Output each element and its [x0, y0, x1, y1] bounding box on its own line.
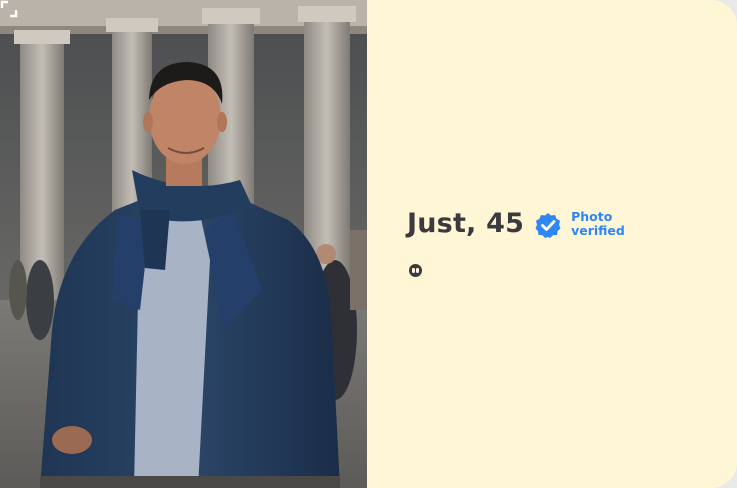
verified-line-1: Photo [571, 208, 613, 224]
quote-icon [409, 264, 422, 277]
expand-icon[interactable] [0, 0, 18, 18]
profile-name-age: Just, 45 [407, 208, 525, 239]
profile-card[interactable]: Just, 45 Photo verified [0, 0, 737, 488]
profile-photo-image [0, 0, 367, 488]
verified-line-2: verified [571, 222, 625, 238]
photo-verified-label: Photo verified [571, 208, 625, 238]
name-row: Just, 45 Photo verified [407, 208, 625, 239]
profile-info-panel: Just, 45 Photo verified [367, 0, 737, 488]
verified-check-icon [535, 212, 561, 238]
profile-photo[interactable] [0, 0, 367, 488]
